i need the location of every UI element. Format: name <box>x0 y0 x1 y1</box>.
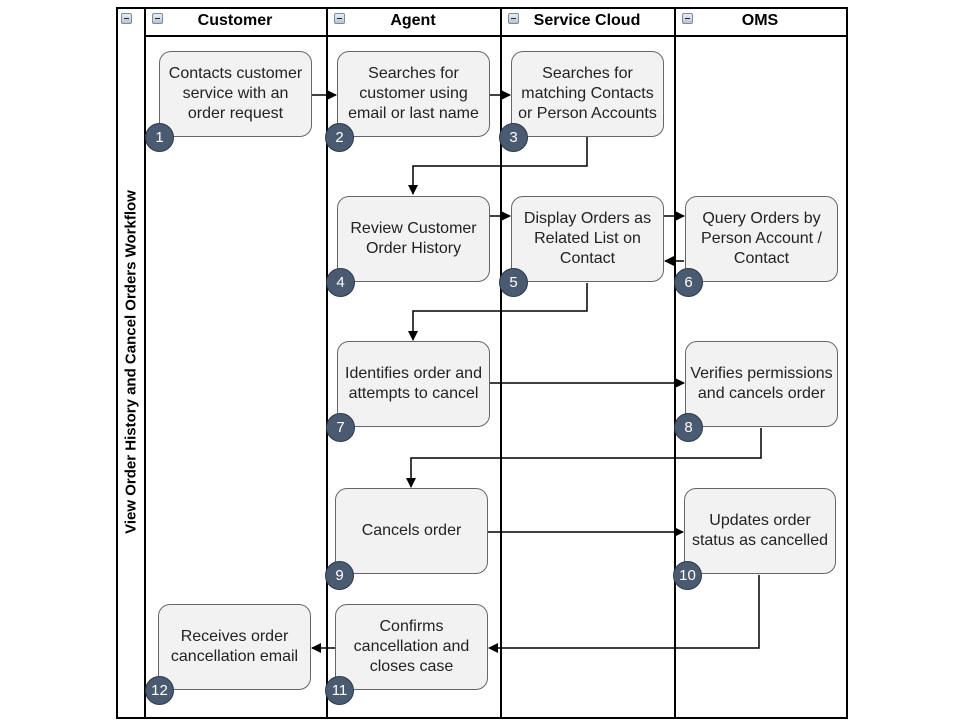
pool-title: View Order History and Cancel Orders Wor… <box>122 190 140 534</box>
task-text: Cancels order <box>361 522 462 539</box>
task-5[interactable]: Display Orders as Related List on Contac… <box>511 196 664 282</box>
task-text: Identifies order and attempts to cancel <box>345 365 482 402</box>
task-1[interactable]: Contacts customer service with an order … <box>159 51 312 137</box>
task-text: Verifies permissions and cancels order <box>690 365 833 402</box>
task-text: Searches for matching Contacts or Person… <box>518 65 657 122</box>
task-9[interactable]: Cancels order <box>335 488 488 574</box>
collapse-pool-icon[interactable] <box>121 13 132 24</box>
step-badge: 4 <box>326 268 355 297</box>
task-text: Updates order status as cancelled <box>691 512 829 549</box>
lane-header-agent: Agent <box>326 7 500 37</box>
step-badge: 1 <box>145 123 174 152</box>
step-badge: 6 <box>674 268 703 297</box>
task-8[interactable]: Verifies permissions and cancels order <box>685 341 838 427</box>
step-badge: 11 <box>325 676 354 705</box>
task-6[interactable]: Query Orders by Person Account / Contact <box>685 196 838 282</box>
task-text: Contacts customer service with an order … <box>168 65 303 122</box>
task-text: Display Orders as Related List on Contac… <box>523 210 652 267</box>
task-text: Confirms cancellation and closes case <box>353 618 470 675</box>
step-badge: 10 <box>673 561 702 590</box>
task-11[interactable]: Confirms cancellation and closes case <box>335 604 488 690</box>
task-text: Searches for customer using email or las… <box>348 65 479 122</box>
task-text: Receives order cancellation email <box>170 628 299 665</box>
task-text: Query Orders by Person Account / Contact <box>701 210 822 267</box>
step-badge: 8 <box>674 413 703 442</box>
step-badge: 9 <box>325 561 354 590</box>
lane-header-oms: OMS <box>674 7 846 37</box>
task-4[interactable]: Review Customer Order History <box>337 196 490 282</box>
task-12[interactable]: Receives order cancellation email <box>158 604 311 690</box>
step-badge: 7 <box>326 413 355 442</box>
lane-header-customer: Customer <box>144 7 326 37</box>
step-badge: 3 <box>499 123 528 152</box>
task-text: Review Customer Order History <box>350 220 477 257</box>
task-10[interactable]: Updates order status as cancelled <box>684 488 836 574</box>
task-7[interactable]: Identifies order and attempts to cancel <box>337 341 490 427</box>
task-2[interactable]: Searches for customer using email or las… <box>337 51 490 137</box>
lane-header-service-cloud: Service Cloud <box>500 7 674 37</box>
task-3[interactable]: Searches for matching Contacts or Person… <box>511 51 664 137</box>
step-badge: 12 <box>145 676 174 705</box>
step-badge: 5 <box>499 268 528 297</box>
step-badge: 2 <box>325 123 354 152</box>
